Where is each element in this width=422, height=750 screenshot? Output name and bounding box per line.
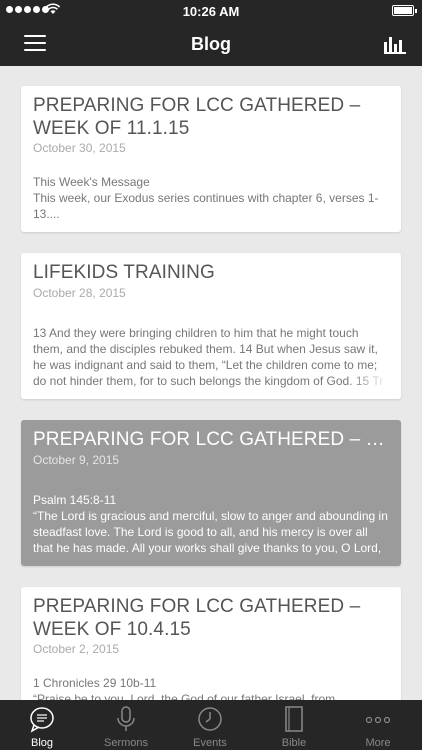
status-bar: 10:26 AM <box>0 0 422 22</box>
post-excerpt: 13 And they were bringing children to hi… <box>33 325 389 389</box>
tab-label: Blog <box>30 737 54 749</box>
post-title: PREPARING FOR LCC GATHERED – WEEK OF 10.… <box>33 596 361 640</box>
blog-post-card[interactable]: LIFEKIDS TRAINING October 28, 2015 13 An… <box>21 253 401 399</box>
post-excerpt: This Week's Message This week, our Exodu… <box>33 174 389 222</box>
post-title: LIFEKIDS TRAINING <box>33 262 215 283</box>
book-icon <box>285 706 303 732</box>
post-excerpt-text: This week, our Exodus series continues w… <box>33 191 379 221</box>
battery-icon <box>392 5 417 16</box>
post-excerpt-text: 13 And they were bringing children to hi… <box>33 326 384 388</box>
clock-icon <box>198 707 222 731</box>
post-excerpt: 1 Chronicles 29 10b-11 “Praise be to you… <box>33 675 389 700</box>
post-excerpt-text: “The Lord is gracious and merciful, slow… <box>33 509 388 555</box>
blog-post-card-selected[interactable]: PREPARING FOR LCC GATHERED – W... Octobe… <box>21 420 401 566</box>
tab-sermons[interactable]: Sermons <box>84 700 168 750</box>
tab-bible[interactable]: Bible <box>252 700 336 750</box>
tab-more[interactable]: More <box>336 700 420 750</box>
tab-label: Bible <box>281 737 307 749</box>
navigation-bar: Blog <box>0 22 422 66</box>
post-excerpt-heading: This Week's Message <box>33 175 150 189</box>
blog-post-list[interactable]: PREPARING FOR LCC GATHERED – WEEK OF 11.… <box>0 66 422 700</box>
status-time: 10:26 AM <box>182 4 240 19</box>
tab-label: Events <box>193 737 227 749</box>
tab-label: Sermons <box>103 737 149 749</box>
blog-post-card[interactable]: PREPARING FOR LCC GATHERED – WEEK OF 10.… <box>21 587 401 700</box>
chat-bubble-icon <box>30 707 54 733</box>
post-excerpt: Psalm 145:8-11 “The Lord is gracious and… <box>33 492 389 556</box>
tab-blog[interactable]: Blog <box>0 700 84 750</box>
tab-bar: Blog Sermons Events Bible More <box>0 700 422 750</box>
microphone-icon <box>117 706 135 731</box>
more-dots-icon <box>365 716 391 724</box>
post-title: PREPARING FOR LCC GATHERED – WEEK OF 11.… <box>33 95 361 139</box>
post-title: PREPARING FOR LCC GATHERED – W... <box>33 429 389 450</box>
post-date: October 9, 2015 <box>33 453 120 467</box>
blog-post-card[interactable]: PREPARING FOR LCC GATHERED – WEEK OF 11.… <box>21 86 401 232</box>
bar-chart-icon[interactable] <box>384 34 406 54</box>
post-date: October 2, 2015 <box>33 642 120 656</box>
page-title: Blog <box>191 34 231 54</box>
tab-events[interactable]: Events <box>168 700 252 750</box>
post-excerpt-heading: 1 Chronicles 29 10b-11 <box>33 676 157 690</box>
post-excerpt-heading: Psalm 145:8-11 <box>33 493 117 507</box>
post-date: October 28, 2015 <box>33 286 126 300</box>
tab-label: More <box>365 737 391 749</box>
post-excerpt-text: “Praise be to you, Lord, the God of our … <box>33 692 336 700</box>
post-date: October 30, 2015 <box>33 141 126 155</box>
